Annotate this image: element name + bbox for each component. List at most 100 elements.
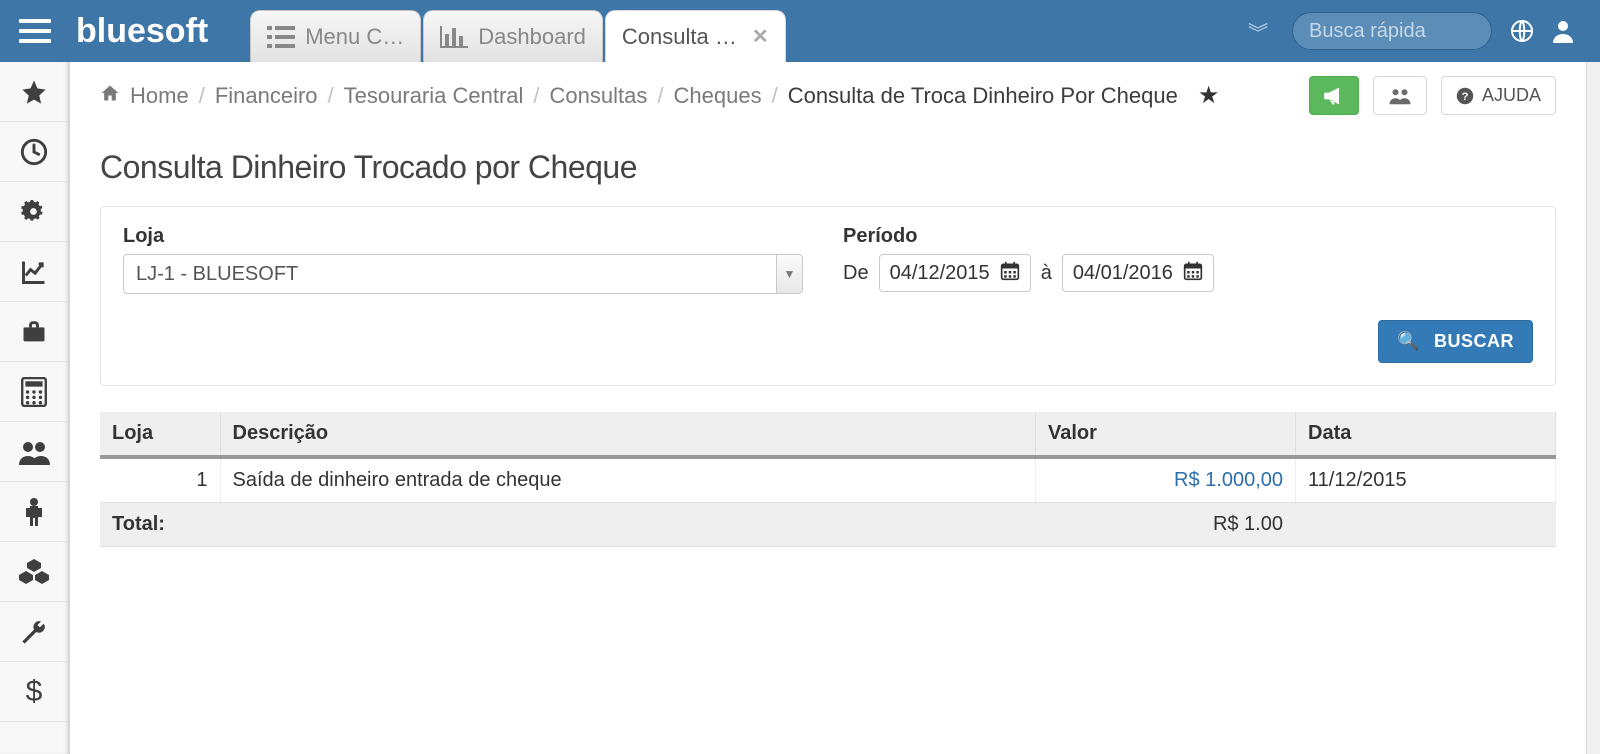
- table-header-row: Loja Descrição Valor Data: [100, 412, 1556, 457]
- tab-strip: Menu C… Dashboard Consulta Di… ✕: [226, 0, 787, 62]
- list-icon: [267, 26, 295, 48]
- total-label: Total:: [100, 503, 1036, 547]
- sidebar-modules[interactable]: [0, 542, 68, 602]
- sidebar-business[interactable]: [0, 302, 68, 362]
- tab-label: Dashboard: [478, 24, 586, 50]
- users-icon: [1388, 87, 1412, 105]
- help-label: AJUDA: [1482, 85, 1541, 106]
- sidebar-calculator[interactable]: [0, 362, 68, 422]
- tab-label: Consulta Di…: [622, 24, 742, 50]
- cell-descricao: Saída de dinheiro entrada de cheque: [220, 457, 1036, 503]
- topbar-right: ︾: [1248, 0, 1600, 62]
- a-label: à: [1041, 262, 1052, 285]
- main-layout: $ Home / Financeiro / Tesouraria Central…: [0, 62, 1600, 754]
- loja-select[interactable]: LJ-1 - BLUESOFT ▼: [123, 254, 803, 294]
- tab-menu[interactable]: Menu C…: [250, 10, 421, 62]
- quick-search[interactable]: [1292, 12, 1492, 50]
- help-button[interactable]: ? AJUDA: [1441, 76, 1556, 115]
- tab-label: Menu C…: [305, 24, 404, 50]
- date-from-value: 04/12/2015: [890, 262, 990, 285]
- cell-loja: 1: [100, 457, 220, 503]
- breadcrumb: Home / Financeiro / Tesouraria Central /…: [100, 83, 1178, 109]
- line-chart-icon: [20, 258, 48, 286]
- breadcrumb-item[interactable]: Financeiro: [215, 83, 318, 109]
- th-data[interactable]: Data: [1296, 412, 1556, 457]
- bars-icon: [19, 19, 51, 43]
- content-area: Home / Financeiro / Tesouraria Central /…: [70, 62, 1586, 754]
- results-table: Loja Descrição Valor Data 1 Saída de din…: [100, 412, 1556, 547]
- breadcrumb-item[interactable]: Cheques: [674, 83, 762, 109]
- close-icon[interactable]: ✕: [752, 24, 769, 49]
- person-icon: [24, 497, 44, 527]
- sidebar-history[interactable]: [0, 122, 68, 182]
- star-icon: [20, 78, 48, 106]
- search-input[interactable]: [1309, 20, 1475, 43]
- svg-text:?: ?: [1462, 90, 1469, 102]
- chevron-down-icon[interactable]: ︾: [1248, 17, 1274, 46]
- table-row[interactable]: 1 Saída de dinheiro entrada de cheque R$…: [100, 457, 1556, 503]
- calculator-icon: [21, 377, 47, 407]
- clock-icon: [20, 138, 48, 166]
- sidebar-favorites[interactable]: [0, 62, 68, 122]
- buscar-button[interactable]: 🔍 BUSCAR: [1378, 320, 1533, 363]
- question-icon: ?: [1456, 87, 1474, 105]
- sidebar-finance[interactable]: $: [0, 662, 68, 722]
- sidebar-settings[interactable]: [0, 182, 68, 242]
- search-icon: 🔍: [1397, 331, 1420, 352]
- tab-dashboard[interactable]: Dashboard: [423, 10, 603, 62]
- home-icon: [100, 83, 120, 109]
- calendar-icon: [1183, 261, 1203, 286]
- date-to[interactable]: 04/01/2016: [1062, 254, 1214, 292]
- gear-icon: [20, 198, 48, 226]
- total-row: Total: R$ 1.00: [100, 503, 1556, 547]
- brand-logo[interactable]: bluesoft: [70, 0, 226, 62]
- user-icon[interactable]: [1552, 19, 1574, 43]
- de-label: De: [843, 262, 869, 285]
- th-loja[interactable]: Loja: [100, 412, 220, 457]
- calendar-icon: [1000, 261, 1020, 286]
- sidebar: $: [0, 62, 70, 754]
- wrench-icon: [20, 618, 48, 646]
- field-loja: Loja LJ-1 - BLUESOFT ▼: [123, 225, 803, 294]
- bullhorn-icon: [1324, 87, 1344, 105]
- announce-button[interactable]: [1309, 76, 1359, 115]
- cell-valor[interactable]: R$ 1.000,00: [1036, 457, 1296, 503]
- loja-value: LJ-1 - BLUESOFT: [136, 263, 298, 286]
- scrollbar[interactable]: [1586, 62, 1600, 754]
- breadcrumb-home[interactable]: Home: [130, 83, 189, 109]
- buscar-label: BUSCAR: [1434, 331, 1514, 352]
- th-descricao[interactable]: Descrição: [220, 412, 1036, 457]
- chevron-down-icon: ▼: [776, 255, 802, 293]
- sidebar-reports[interactable]: [0, 242, 68, 302]
- globe-icon[interactable]: [1510, 19, 1534, 43]
- field-periodo: Período De 04/12/2015 à 04/01: [843, 225, 1214, 294]
- tab-consulta[interactable]: Consulta Di… ✕: [605, 10, 786, 62]
- periodo-label: Período: [843, 225, 1214, 248]
- hamburger-menu[interactable]: [0, 0, 70, 62]
- filter-panel: Loja LJ-1 - BLUESOFT ▼ Período De 04/12/…: [100, 206, 1556, 386]
- total-value: R$ 1.00: [1036, 503, 1296, 547]
- favorite-toggle[interactable]: ★: [1198, 81, 1220, 110]
- breadcrumb-item[interactable]: Tesouraria Central: [344, 83, 524, 109]
- breadcrumb-item[interactable]: Consultas: [550, 83, 648, 109]
- sidebar-users[interactable]: [0, 422, 68, 482]
- topbar: bluesoft Menu C… Dashboard Consulta Di… …: [0, 0, 1600, 62]
- page-actions: ? AJUDA: [1309, 76, 1556, 115]
- brand-logo-text: bluesoft: [76, 12, 208, 51]
- cell-data: 11/12/2015: [1296, 457, 1556, 503]
- share-button[interactable]: [1373, 76, 1427, 115]
- loja-label: Loja: [123, 225, 803, 248]
- sidebar-tools[interactable]: [0, 602, 68, 662]
- sidebar-person[interactable]: [0, 482, 68, 542]
- date-to-value: 04/01/2016: [1073, 262, 1173, 285]
- briefcase-icon: [20, 318, 48, 346]
- breadcrumb-current: Consulta de Troca Dinheiro Por Cheque: [788, 83, 1178, 109]
- th-valor[interactable]: Valor: [1036, 412, 1296, 457]
- users-icon: [18, 439, 50, 465]
- date-from[interactable]: 04/12/2015: [879, 254, 1031, 292]
- dollar-icon: $: [26, 675, 43, 709]
- breadcrumb-row: Home / Financeiro / Tesouraria Central /…: [100, 76, 1556, 115]
- cubes-icon: [19, 559, 49, 585]
- bar-chart-icon: [440, 26, 468, 48]
- page-title: Consulta Dinheiro Trocado por Cheque: [100, 149, 1556, 186]
